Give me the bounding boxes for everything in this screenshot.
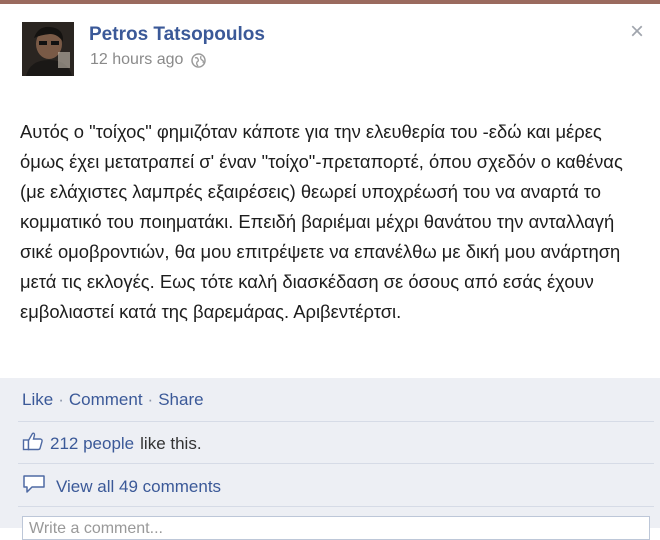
separator: · xyxy=(147,390,154,409)
post-actions: Like · Comment · Share xyxy=(22,390,204,410)
view-comments-label: View all 49 comments xyxy=(56,476,222,496)
avatar[interactable] xyxy=(22,22,74,76)
likes-summary: 212 people like this. xyxy=(22,431,202,456)
speech-bubble-icon xyxy=(22,474,46,499)
likes-suffix: like this. xyxy=(140,433,202,453)
divider xyxy=(18,421,654,422)
thumbs-up-icon xyxy=(22,431,44,456)
globe-icon xyxy=(191,52,207,68)
separator: · xyxy=(58,390,64,409)
divider xyxy=(18,463,654,464)
timestamp[interactable]: 12 hours ago xyxy=(90,51,183,69)
post-meta: 12 hours ago xyxy=(90,51,207,69)
view-comments-link[interactable]: View all 49 comments xyxy=(22,474,221,499)
divider xyxy=(18,506,654,507)
close-icon[interactable]: × xyxy=(630,20,644,44)
author-name[interactable]: Petros Tatsopoulos xyxy=(89,24,265,46)
comment-link[interactable]: Comment xyxy=(69,390,143,409)
comment-input[interactable]: Write a comment... xyxy=(22,516,650,540)
top-border xyxy=(0,0,660,4)
post-body: Αυτός ο "τοίχος" φημιζόταν κάποτε για τη… xyxy=(20,121,623,322)
share-link[interactable]: Share xyxy=(158,390,203,409)
likes-count[interactable]: 212 people xyxy=(50,434,134,454)
like-link[interactable]: Like xyxy=(22,390,53,409)
avatar-photo xyxy=(22,22,74,76)
